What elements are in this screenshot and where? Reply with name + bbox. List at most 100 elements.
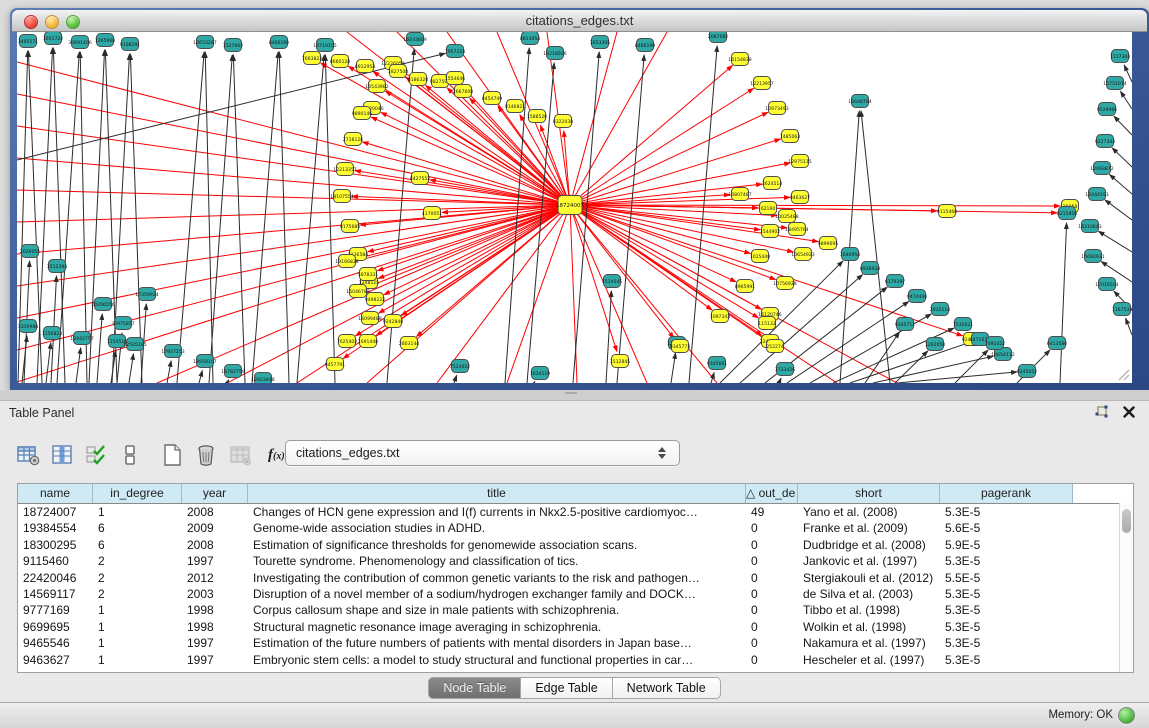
graph-node[interactable]: 7532621 [953, 318, 974, 331]
graph-node[interactable]: 8322038 [553, 115, 574, 128]
graph-node[interactable]: 8660128 [330, 55, 351, 68]
column-header-out_de[interactable]: △ out_de… [746, 484, 798, 503]
graph-node[interactable]: 8813054 [520, 32, 541, 45]
graph-node[interactable]: 10807487 [728, 188, 751, 201]
graph-node[interactable]: 8427552 [410, 172, 431, 185]
graph-node[interactable]: 12093872 [1090, 162, 1113, 175]
graph-node[interactable]: 16099488 [358, 312, 381, 325]
graph-node[interactable]: 12505185 [123, 338, 146, 351]
graph-node[interactable]: 2667608 [453, 85, 474, 98]
float-panel-icon[interactable] [1094, 405, 1109, 419]
graph-node[interactable]: 2026055 [20, 245, 41, 258]
graph-node[interactable]: 30975857 [111, 317, 134, 330]
graph-node[interactable]: 9457791 [325, 358, 346, 371]
graph-node[interactable]: 1167533 [1112, 303, 1132, 316]
graph-node[interactable]: 8186328 [408, 73, 429, 86]
graph-node[interactable]: 9345661 [707, 357, 728, 370]
graph-node[interactable]: 9463627 [790, 191, 811, 204]
graph-node[interactable]: 16782759 [221, 365, 244, 378]
tab-network-table[interactable]: Network Table [613, 677, 721, 699]
memory-ok-led-icon[interactable] [1118, 707, 1135, 724]
graph-node[interactable]: 2718126 [343, 133, 364, 146]
graph-node[interactable]: 9175685 [340, 220, 361, 233]
table-row[interactable]: 1872400712008Changes of HCN gene express… [18, 504, 1133, 520]
graph-node[interactable]: 13654923 [791, 248, 814, 261]
graph-node[interactable]: 1015448 [750, 250, 771, 263]
graph-node[interactable]: 17016504 [1095, 278, 1118, 291]
table-row[interactable]: 969969511998Structural magnetic resonanc… [18, 619, 1133, 635]
graph-node[interactable]: 30691406 [68, 36, 91, 49]
graph-node[interactable]: 1544902 [760, 225, 781, 238]
graph-node[interactable]: 1554646 [445, 72, 466, 85]
graph-node[interactable]: 20206556 [91, 298, 114, 311]
graph-node[interactable]: 12444193 [1085, 188, 1108, 201]
graph-node[interactable]: 2935114 [930, 303, 951, 316]
graph-node[interactable]: 9498222 [365, 293, 386, 306]
graph-node[interactable]: 8466160 [269, 36, 290, 49]
graph-node[interactable]: 10025488 [775, 210, 798, 223]
graph-node[interactable]: 9899695 [818, 237, 839, 250]
table-select-dropdown[interactable]: citations_edges.txt [285, 440, 680, 466]
graph-node[interactable]: 19218506 [543, 47, 566, 60]
graph-node[interactable]: 16210643 [1078, 220, 1101, 233]
table-row[interactable]: 1830029562008Estimation of significance … [18, 537, 1133, 553]
graph-node[interactable]: 17957253 [161, 345, 184, 358]
graph-node[interactable]: 16543982 [365, 80, 388, 93]
graph-node[interactable]: 1634119 [530, 367, 551, 380]
column-header-year[interactable]: year [182, 484, 248, 503]
graph-node[interactable]: 15751074 [1103, 77, 1126, 90]
graph-node[interactable]: 9529966 [1097, 103, 1118, 116]
graph-node[interactable]: 18495764 [785, 223, 808, 236]
tab-node-table[interactable]: Node Table [428, 677, 521, 699]
graph-node[interactable]: 8912954 [355, 60, 376, 73]
graph-node[interactable]: 1117304 [1110, 50, 1131, 63]
graph-node[interactable]: 9227343 [1095, 135, 1116, 148]
graph-node[interactable]: 1733426 [775, 363, 796, 376]
graph-node[interactable]: 2803144 [399, 337, 420, 350]
network-window-titlebar[interactable]: citations_edges.txt [12, 10, 1147, 32]
new-column-icon[interactable] [158, 441, 186, 469]
column-header-pagerank[interactable]: pagerank [940, 484, 1073, 503]
graph-node[interactable]: 7625402 [337, 335, 358, 348]
network-canvas[interactable]: 3405571165172230691406126590891082911065… [17, 32, 1132, 383]
graph-node[interactable]: 1097343 [710, 310, 731, 323]
graph-node[interactable]: 15692931 [1081, 250, 1104, 263]
column-header-short[interactable]: short [798, 484, 940, 503]
graph-node[interactable]: 18107554 [330, 190, 353, 203]
graph-node[interactable]: 19166828 [335, 255, 358, 268]
graph-node[interactable]: 7524022 [450, 360, 471, 373]
delete-column-icon[interactable] [192, 441, 220, 469]
graph-node[interactable]: 1691448 [358, 335, 379, 348]
table-row[interactable]: 1938455462009Genome-wide association stu… [18, 520, 1133, 536]
close-panel-icon[interactable] [1123, 406, 1135, 418]
column-header-name[interactable]: name [18, 484, 93, 503]
table-row[interactable]: 911546021997Tourette syndrome. Phenomeno… [18, 553, 1133, 569]
graph-node[interactable]: 3624514 [762, 177, 783, 190]
graph-node[interactable]: 17359924 [135, 288, 158, 301]
table-settings-icon[interactable] [14, 441, 42, 469]
graph-node[interactable]: 10973493 [765, 102, 788, 115]
graph-node[interactable]: 9108291 [120, 38, 141, 51]
graph-node[interactable]: 7485063 [780, 130, 801, 143]
graph-node[interactable]: 1292058 [925, 338, 946, 351]
graph-node[interactable]: 9115460 [937, 205, 958, 218]
graph-node[interactable]: 8215958 [1057, 207, 1078, 220]
graph-node[interactable]: 12213957 [750, 77, 773, 90]
table-row[interactable]: 946362711997Embryonic stem cells: a mode… [18, 652, 1133, 668]
table-row[interactable]: 2242004622012Investigating the contribut… [18, 570, 1133, 586]
graph-node[interactable]: 16033809 [403, 33, 426, 46]
graph-node[interactable]: 1653305 [590, 36, 611, 49]
function-builder-icon[interactable]: f(x) [268, 447, 285, 464]
graph-node[interactable]: 7491022 [985, 337, 1006, 350]
graph-hub-node[interactable]: 18724007 [556, 196, 584, 215]
graph-node[interactable]: 9890146 [352, 107, 373, 120]
graph-node[interactable]: 252274 [766, 340, 784, 353]
scrollbar-thumb[interactable] [1122, 509, 1131, 533]
graph-node[interactable]: 12975115 [788, 155, 811, 168]
table-row[interactable]: 946554611997Estimation of the future num… [18, 635, 1133, 651]
clear-selection-icon[interactable] [116, 441, 144, 469]
graph-node[interactable]: 1265908 [95, 34, 116, 47]
select-all-icon[interactable] [82, 441, 110, 469]
graph-node[interactable]: 3319988 [18, 320, 39, 333]
column-header-title[interactable]: title [248, 484, 746, 503]
